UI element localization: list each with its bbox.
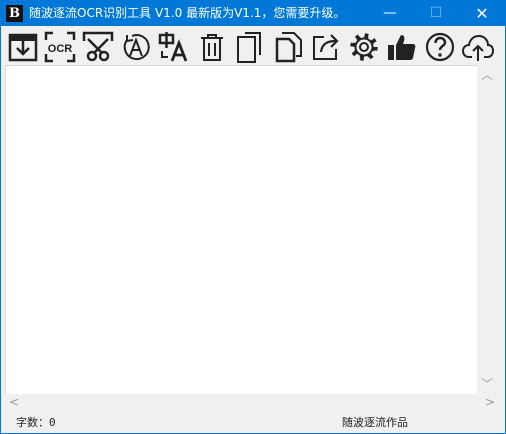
author-credit: 随波逐流作品 bbox=[342, 416, 408, 429]
thumbs-up-icon bbox=[388, 35, 416, 60]
app-window: B 随波逐流OCR识别工具 V1.0 最新版为V1.1，您需要升级。 — ☐ ✕… bbox=[0, 0, 506, 434]
translate-button[interactable] bbox=[157, 30, 191, 64]
toolbar: OCR bbox=[1, 26, 505, 65]
settings-button[interactable] bbox=[347, 30, 381, 64]
maximize-button[interactable]: ☐ bbox=[413, 1, 459, 26]
horizontal-scrollbar[interactable]: < > bbox=[5, 394, 498, 410]
help-icon bbox=[425, 32, 455, 62]
help-button[interactable] bbox=[423, 30, 457, 64]
clear-button[interactable] bbox=[195, 30, 229, 64]
gear-icon bbox=[350, 33, 378, 61]
char-count-value: 0 bbox=[49, 416, 56, 429]
close-button[interactable]: ✕ bbox=[459, 1, 505, 26]
cloud-upload-icon bbox=[462, 34, 494, 61]
status-bar: 字数：0 随波逐流作品 bbox=[1, 410, 505, 433]
scroll-right-arrow-icon[interactable]: > bbox=[485, 396, 495, 408]
trash-icon bbox=[201, 34, 223, 61]
char-count: 字数：0 bbox=[16, 414, 56, 430]
scroll-down-arrow-icon[interactable]: ﹀ bbox=[481, 378, 493, 390]
ocr-result-textarea[interactable] bbox=[5, 65, 478, 396]
scroll-up-arrow-icon[interactable]: ︿ bbox=[481, 69, 493, 81]
screenshot-button[interactable] bbox=[81, 30, 115, 64]
paste-pages-icon bbox=[237, 32, 261, 63]
import-icon bbox=[8, 33, 38, 62]
letter-a-circle-icon bbox=[123, 34, 150, 61]
char-count-label: 字数： bbox=[16, 416, 49, 429]
vertical-scrollbar[interactable]: ︿ ﹀ bbox=[477, 65, 498, 394]
copy-button[interactable] bbox=[271, 30, 305, 64]
title-bar: B 随波逐流OCR识别工具 V1.0 最新版为V1.1，您需要升级。 — ☐ ✕ bbox=[1, 1, 505, 26]
share-export-icon bbox=[313, 34, 339, 60]
scroll-left-arrow-icon[interactable]: < bbox=[9, 396, 19, 408]
ocr-icon: OCR bbox=[44, 31, 76, 63]
ocr-button[interactable]: OCR bbox=[43, 30, 77, 64]
window-title: 随波逐流OCR识别工具 V1.0 最新版为V1.1，您需要升级。 bbox=[29, 6, 346, 20]
scissors-icon bbox=[82, 31, 114, 62]
copy-icon bbox=[275, 32, 302, 63]
export-button[interactable] bbox=[309, 30, 343, 64]
import-image-button[interactable] bbox=[6, 30, 40, 64]
svg-text:OCR: OCR bbox=[48, 43, 73, 55]
app-logo-icon: B bbox=[6, 5, 23, 22]
translate-icon bbox=[158, 32, 188, 62]
paste-button[interactable] bbox=[233, 30, 267, 64]
minimize-button[interactable]: — bbox=[367, 1, 413, 26]
upload-button[interactable] bbox=[461, 30, 495, 64]
like-button[interactable] bbox=[385, 30, 419, 64]
text-recognize-button[interactable] bbox=[119, 30, 153, 64]
